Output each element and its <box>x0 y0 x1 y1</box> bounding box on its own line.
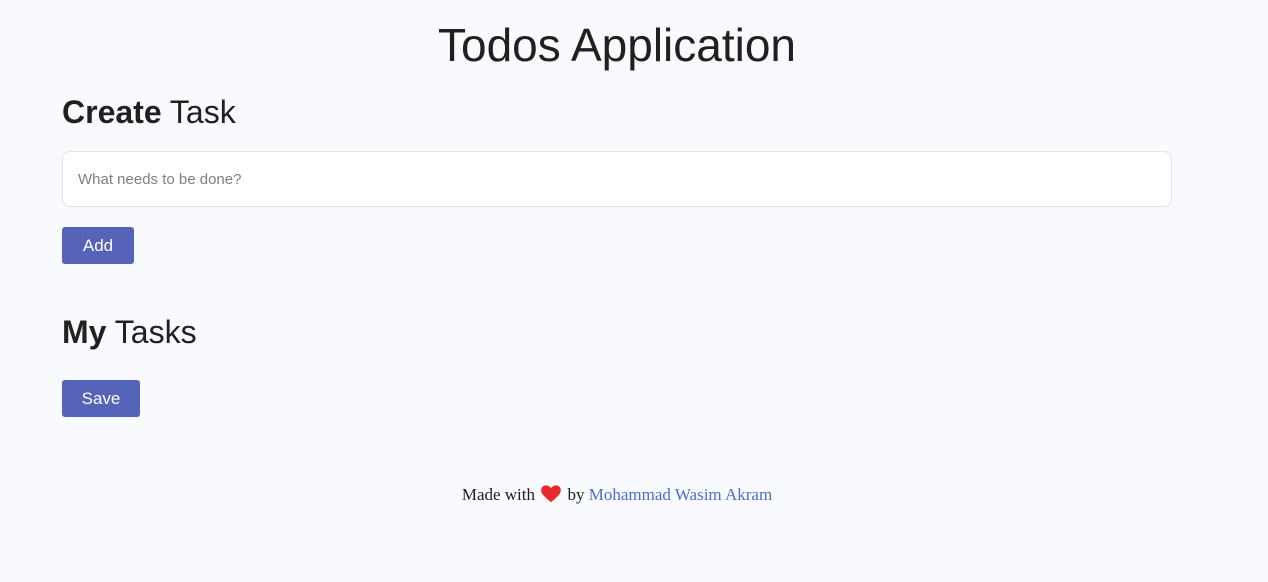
footer-made-with: Made with <box>461 485 536 504</box>
tasks-heading-rest: Tasks <box>106 314 197 350</box>
page: Todos Application Create Task Add My Tas… <box>0 0 1268 582</box>
footer: Made with by Mohammad Wasim Akram <box>0 485 1234 505</box>
tasks-heading-bold: My <box>62 314 107 350</box>
my-tasks-heading: My Tasks <box>62 314 197 351</box>
task-input[interactable] <box>62 151 1172 207</box>
create-heading-rest: Task <box>161 94 236 130</box>
footer-by: by <box>567 485 585 504</box>
create-task-heading: Create Task <box>62 94 236 131</box>
author-link[interactable]: Mohammad Wasim Akram <box>589 485 772 504</box>
save-button[interactable]: Save <box>62 380 140 417</box>
heart-icon <box>541 485 562 503</box>
add-button[interactable]: Add <box>62 227 134 264</box>
page-title: Todos Application <box>437 19 797 71</box>
create-heading-bold: Create <box>62 94 162 130</box>
